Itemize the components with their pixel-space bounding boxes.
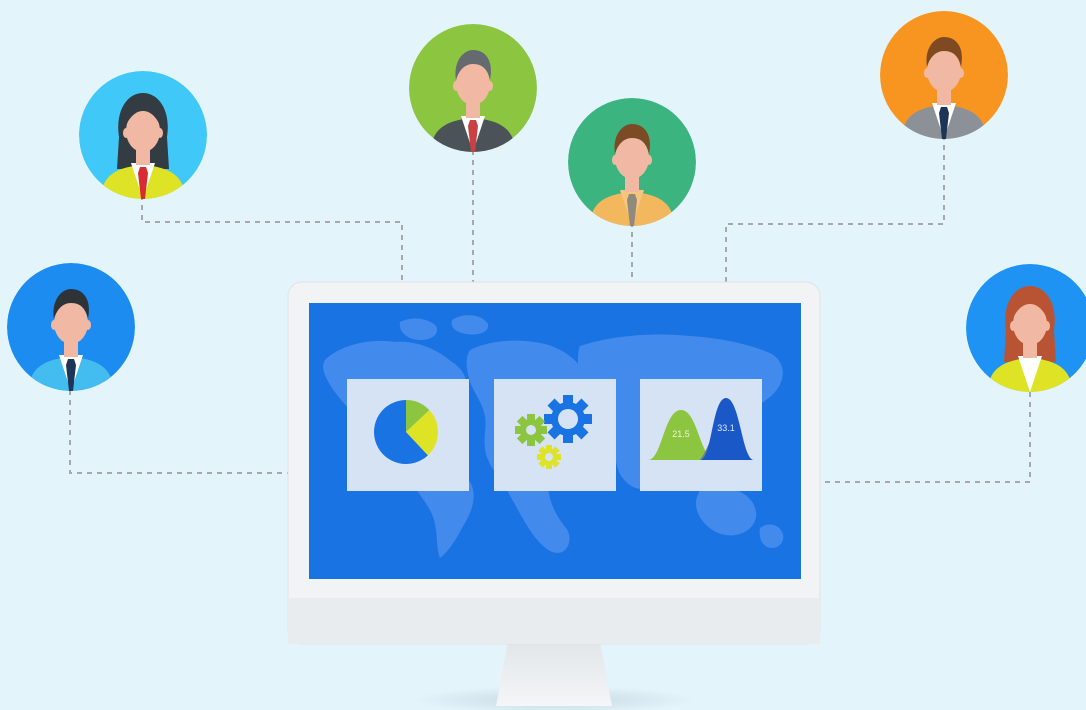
person-icon [79,71,207,199]
avatar-person-5[interactable] [7,263,135,391]
monitor-stand [496,642,612,706]
avatar-person-4[interactable] [880,11,1008,139]
gear-large-icon [544,395,592,443]
person-icon [7,263,135,391]
avatar-person-6[interactable] [966,264,1086,392]
avatar-person-2[interactable] [409,24,537,152]
network-illustration: 21.5 33.1 [0,0,1086,710]
curve-green-label: 21.5 [672,429,690,439]
avatar-person-3[interactable] [568,98,696,226]
person-icon [568,98,696,226]
person-icon [966,264,1086,392]
gear-medium-icon [515,414,547,446]
person-icon [409,24,537,152]
avatar-person-1[interactable] [79,71,207,199]
gear-small-icon [537,445,561,469]
panel-distribution [640,379,762,491]
curve-blue-label: 33.1 [717,423,735,433]
pie-chart [374,400,439,464]
person-icon [880,11,1008,139]
